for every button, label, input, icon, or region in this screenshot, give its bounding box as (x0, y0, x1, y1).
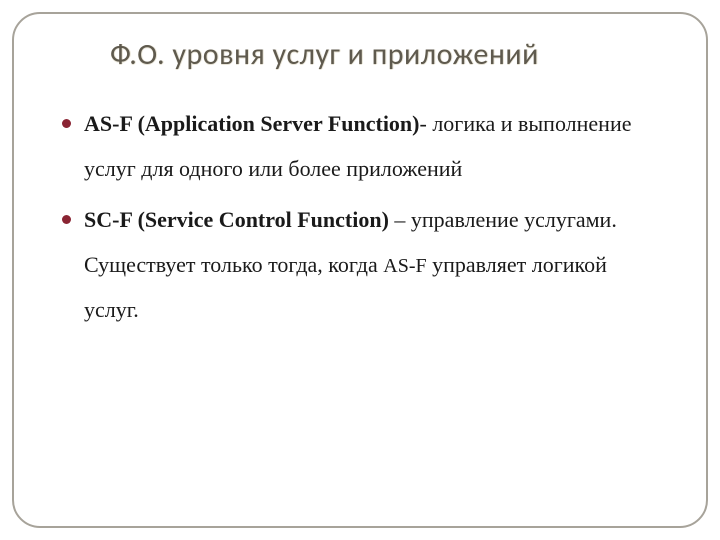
list-item: AS-F (Application Server Function)- логи… (62, 101, 664, 191)
term: AS-F (Application Server Function) (84, 111, 420, 136)
separator: – (389, 207, 411, 232)
term: SC-F (Service Control Function) (84, 207, 389, 232)
slide: Ф.О. уровня услуг и приложений AS-F (App… (0, 0, 720, 540)
bullet-list: AS-F (Application Server Function)- логи… (54, 101, 674, 332)
slide-title: Ф.О. уровня услуг и приложений (110, 36, 674, 73)
separator: - (420, 111, 433, 136)
slide-frame: Ф.О. уровня услуг и приложений AS-F (App… (12, 12, 708, 528)
list-item: SC-F (Service Control Function) – управл… (62, 197, 664, 332)
inline-term: AS-F (383, 255, 426, 277)
